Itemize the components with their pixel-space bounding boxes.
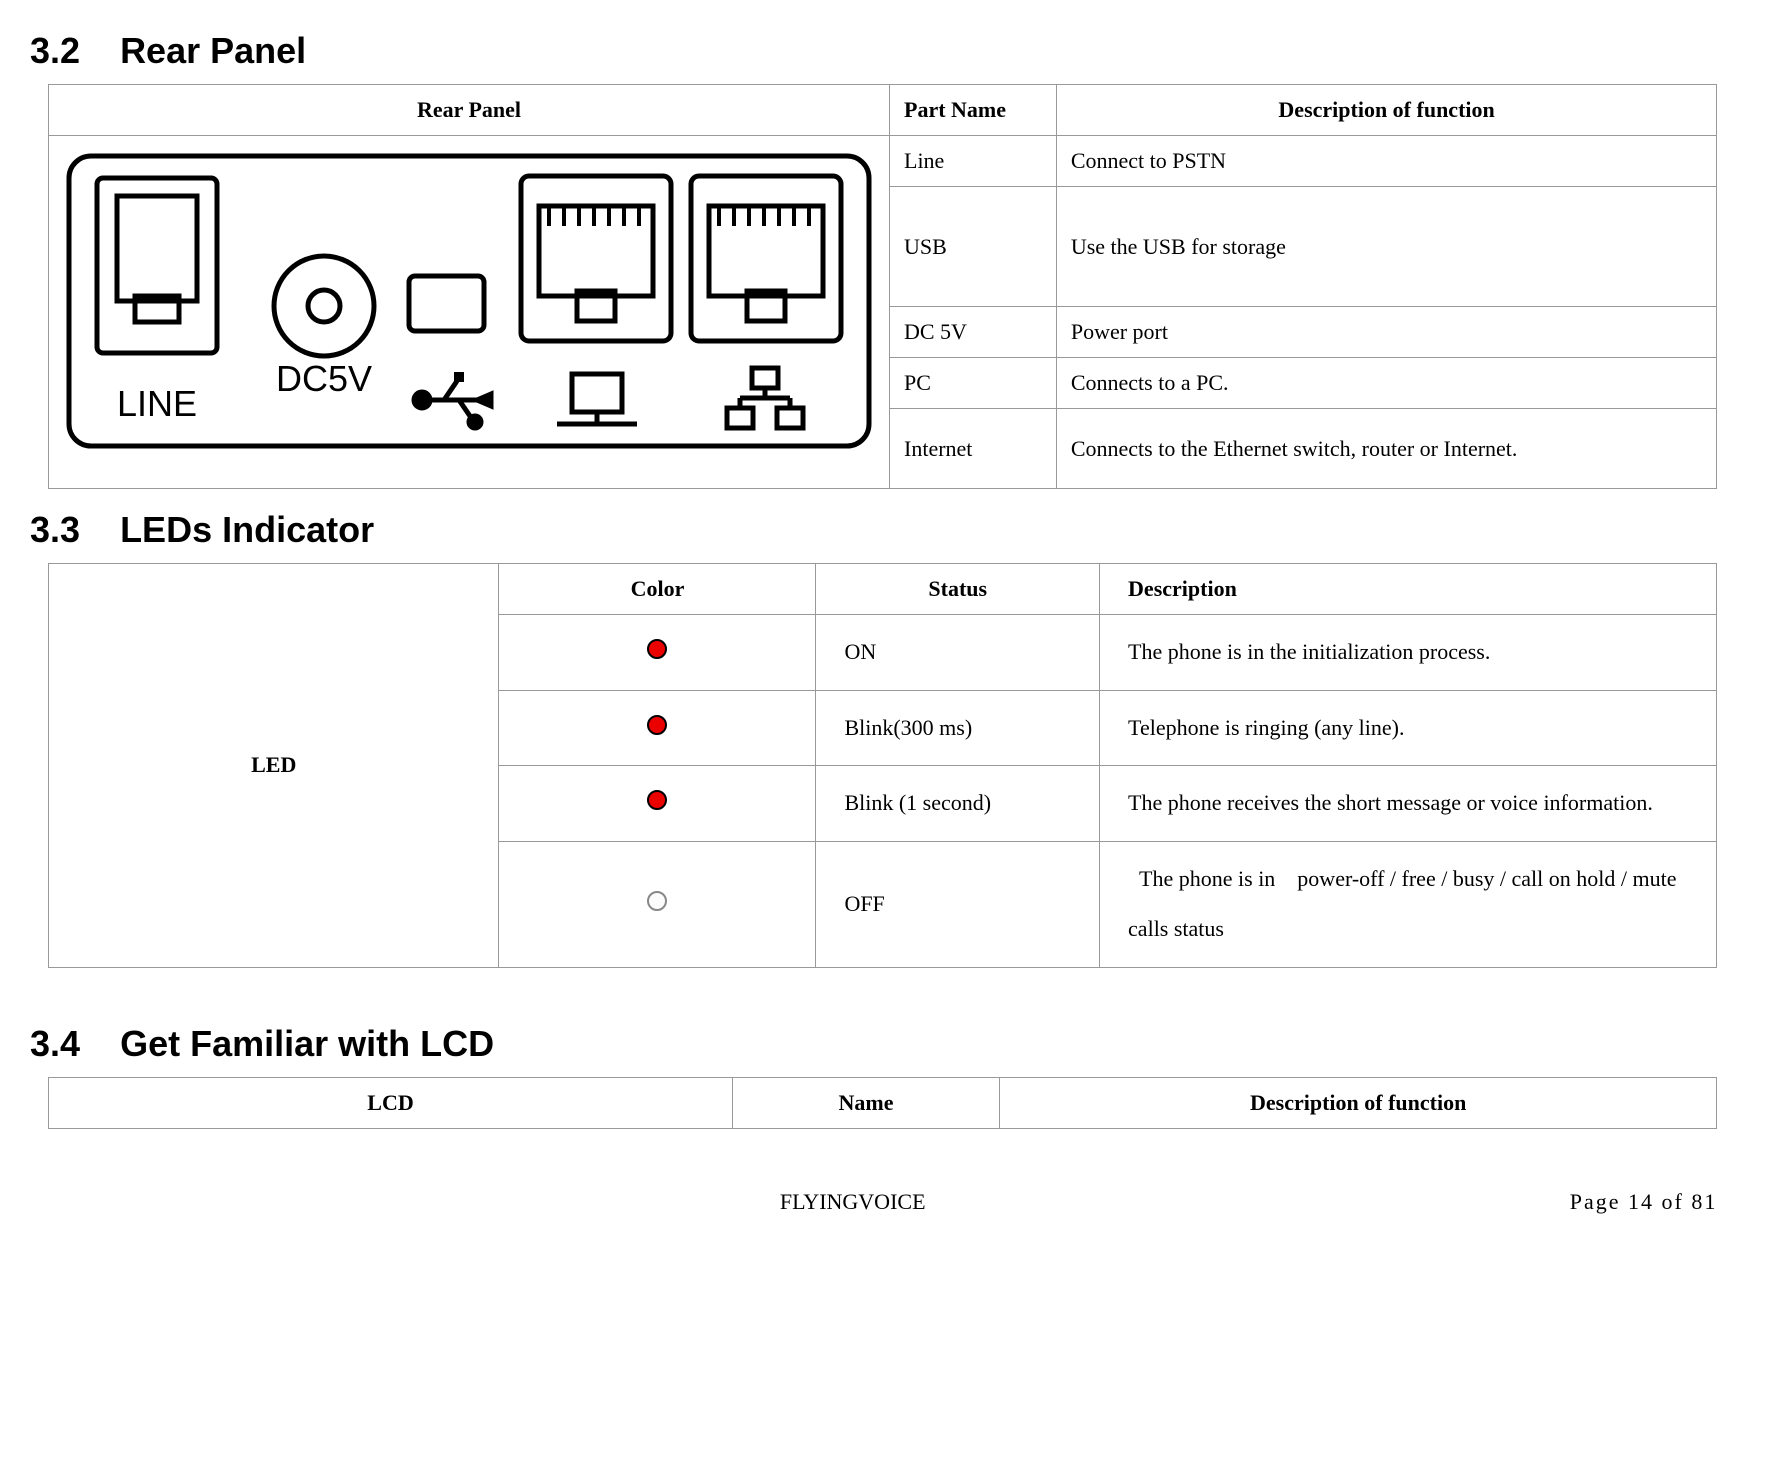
desc-internet: Connects to the Ethernet switch, router … — [1056, 409, 1717, 489]
diagram-dc5v-label: DC5V — [276, 358, 372, 399]
led-color-cell — [499, 766, 816, 842]
part-name-pc: PC — [890, 358, 1057, 409]
lcd-header-name: Name — [733, 1077, 1000, 1128]
led-red-icon — [647, 639, 667, 659]
led-red-icon — [647, 715, 667, 735]
lcd-header-lcd: LCD — [49, 1077, 733, 1128]
table-row: LINE DC5V — [49, 136, 1717, 187]
leds-header-desc: Description — [1100, 564, 1717, 615]
desc-line: Connect to PSTN — [1056, 136, 1717, 187]
desc-dc5v: Power port — [1056, 307, 1717, 358]
rear-panel-header-desc: Description of function — [1056, 85, 1717, 136]
rear-panel-table: Rear Panel Part Name Description of func… — [48, 84, 1717, 489]
led-status-on: ON — [816, 615, 1100, 691]
section-3-2-number: 3.2 — [30, 30, 80, 72]
led-red-icon — [647, 790, 667, 810]
section-3-2-title: Rear Panel — [120, 30, 306, 71]
led-color-cell — [499, 690, 816, 766]
section-3-4-title: Get Familiar with LCD — [120, 1023, 494, 1064]
led-desc-blink1s: The phone receives the short message or … — [1100, 766, 1717, 842]
leds-header-color: Color — [499, 564, 816, 615]
part-name-usb: USB — [890, 187, 1057, 307]
footer-left-spacer — [48, 1189, 248, 1215]
led-desc-on: The phone is in the initialization proce… — [1100, 615, 1717, 691]
footer-page-number: Page 14 of 81 — [1457, 1189, 1717, 1215]
lcd-table: LCD Name Description of function — [48, 1077, 1717, 1129]
lcd-header-row: LCD Name Description of function — [49, 1077, 1717, 1128]
part-name-line: Line — [890, 136, 1057, 187]
rear-panel-header-part-name: Part Name — [890, 85, 1057, 136]
section-3-4-heading: 3.4 Get Familiar with LCD — [30, 1023, 1751, 1065]
desc-pc: Connects to a PC. — [1056, 358, 1717, 409]
led-status-blink300: Blink(300 ms) — [816, 690, 1100, 766]
leds-header-row: LED Color Status Description — [49, 564, 1717, 615]
section-3-3-title: LEDs Indicator — [120, 509, 374, 550]
footer-brand: FLYINGVOICE — [248, 1189, 1457, 1215]
led-status-off: OFF — [816, 841, 1100, 967]
leds-label-cell: LED — [49, 564, 499, 968]
rear-panel-diagram-icon: LINE DC5V — [59, 146, 879, 456]
part-name-internet: Internet — [890, 409, 1057, 489]
part-name-dc5v: DC 5V — [890, 307, 1057, 358]
diagram-line-label: LINE — [117, 383, 197, 424]
led-desc-blink300: Telephone is ringing (any line). — [1100, 690, 1717, 766]
page-footer: FLYINGVOICE Page 14 of 81 — [48, 1189, 1717, 1215]
section-3-2-heading: 3.2 Rear Panel — [30, 30, 1751, 72]
led-color-cell — [499, 841, 816, 967]
rear-panel-diagram-cell: LINE DC5V — [49, 136, 890, 489]
section-3-3-number: 3.3 — [30, 509, 80, 551]
section-3-3-heading: 3.3 LEDs Indicator — [30, 509, 1751, 551]
desc-usb: Use the USB for storage — [1056, 187, 1717, 307]
leds-table: LED Color Status Description ON The phon… — [48, 563, 1717, 968]
lcd-header-desc: Description of function — [999, 1077, 1716, 1128]
rear-panel-header-row: Rear Panel Part Name Description of func… — [49, 85, 1717, 136]
section-3-4-number: 3.4 — [30, 1023, 80, 1065]
leds-header-status: Status — [816, 564, 1100, 615]
rear-panel-header-left: Rear Panel — [49, 85, 890, 136]
led-color-cell — [499, 615, 816, 691]
led-status-blink1s: Blink (1 second) — [816, 766, 1100, 842]
led-desc-off: The phone is in power-off / free / busy … — [1100, 841, 1717, 967]
led-off-icon — [647, 891, 667, 911]
